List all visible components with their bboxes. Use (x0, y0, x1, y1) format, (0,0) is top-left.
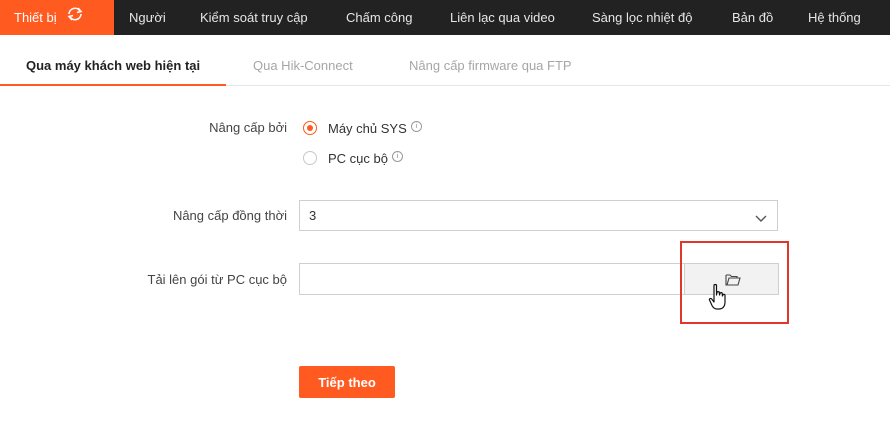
top-navigation: Thiết bị Người Kiểm soát truy cập Chấm c… (0, 0, 890, 35)
radio-button[interactable] (303, 121, 317, 135)
chevron-down-icon (755, 211, 767, 226)
upgrade-by-label: Nâng cấp bởi (209, 120, 287, 135)
nav-item-device[interactable]: Thiết bị (0, 0, 114, 35)
radio-sys-server[interactable]: Máy chủ SYS i (303, 118, 422, 138)
radio-label: Máy chủ SYS (328, 120, 407, 136)
nav-item-label: Thiết bị (14, 10, 57, 25)
info-icon[interactable]: i (410, 120, 422, 132)
nav-item-video-intercom[interactable]: Liên lạc qua video (450, 0, 555, 35)
radio-button[interactable] (303, 151, 317, 165)
concurrent-upgrade-label: Nâng cấp đồng thời (172, 208, 287, 223)
tab-label: Qua máy khách web hiện tại (26, 58, 201, 73)
nav-item-access-control[interactable]: Kiểm soát truy cập (200, 0, 308, 35)
concurrent-upgrade-select[interactable]: 3 (299, 200, 778, 231)
nav-item-map[interactable]: Bản đồ (732, 0, 773, 35)
hand-pointer-cursor-icon (708, 283, 728, 314)
info-icon[interactable]: i (391, 150, 403, 162)
nav-item-person[interactable]: Người (129, 0, 166, 35)
radio-label: PC cục bộ (328, 150, 388, 166)
upload-file-path-input[interactable] (299, 263, 684, 295)
tab-hik-connect[interactable]: Qua Hik-Connect (253, 35, 353, 85)
nav-item-attendance[interactable]: Chấm công (346, 0, 412, 35)
select-value: 3 (309, 208, 317, 223)
highlight-annotation-box (680, 241, 789, 324)
nav-item-system[interactable]: Hệ thống (808, 0, 861, 35)
radio-local-pc[interactable]: PC cục bộ i (303, 148, 403, 168)
tab-current-web-client[interactable]: Qua máy khách web hiện tại (0, 35, 227, 86)
nav-item-temperature-screening[interactable]: Sàng lọc nhiệt độ (592, 0, 692, 35)
upload-package-label: Tải lên gói từ PC cục bộ (147, 272, 288, 287)
refresh-icon[interactable] (66, 0, 84, 35)
next-button[interactable]: Tiếp theo (299, 366, 395, 398)
upgrade-method-tabs: Qua máy khách web hiện tại Qua Hik-Conne… (0, 35, 890, 86)
tab-ftp-firmware[interactable]: Nâng cấp firmware qua FTP (409, 35, 572, 85)
